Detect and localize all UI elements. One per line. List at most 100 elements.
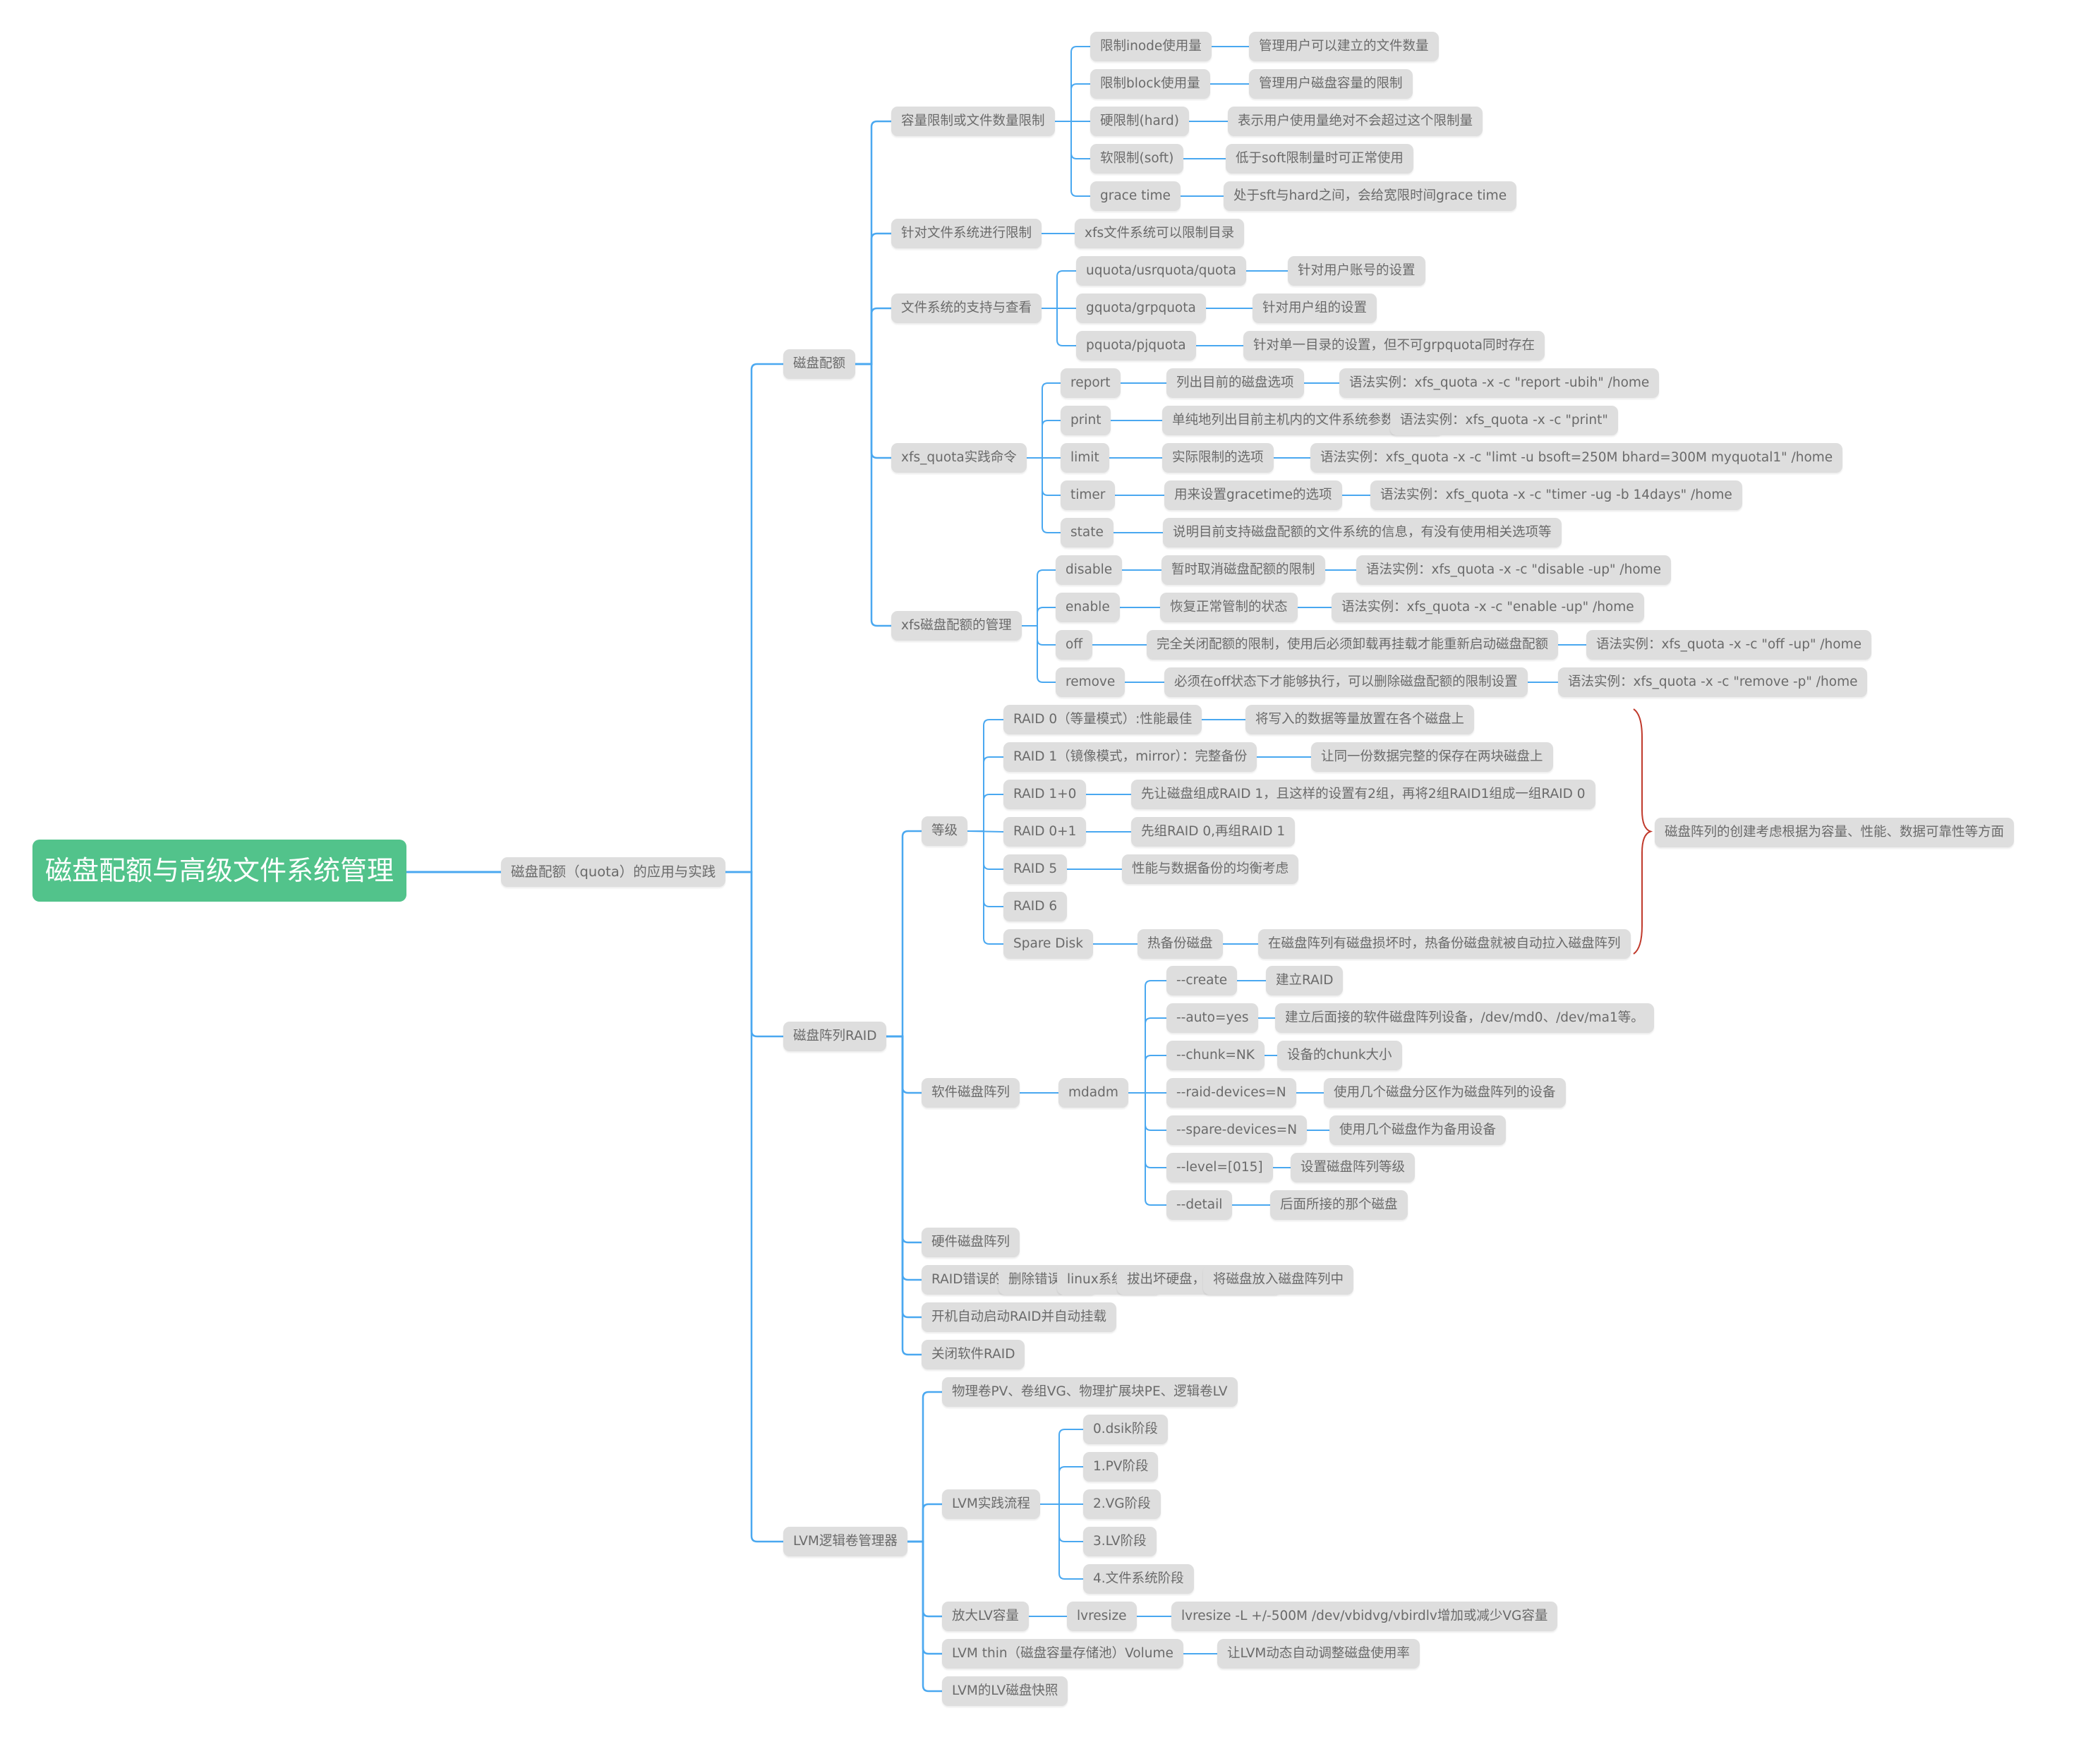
topic-node[interactable]: 将磁盘放入磁盘阵列中 [1203, 1265, 1354, 1295]
topic-node[interactable]: 软件磁盘阵列 [922, 1078, 1020, 1108]
topic-node[interactable]: 设置磁盘阵列等级 [1291, 1153, 1416, 1182]
topic-limit[interactable]: limit [1061, 443, 1109, 473]
topic-node[interactable]: 暂时取消磁盘配额的限制 [1161, 555, 1325, 585]
topic-raid-0[interactable]: RAID 0（等量模式）:性能最佳 [1003, 705, 1202, 734]
topic-enable[interactable]: enable [1056, 593, 1120, 622]
topic-node[interactable]: 让同一份数据完整的保存在两块磁盘上 [1311, 742, 1553, 772]
topic-node[interactable]: 完全关闭配额的限制，使用后必须卸载再挂载才能重新启动磁盘配额 [1147, 630, 1559, 660]
topic-d3[interactable]: 4.文件系统阶段 [1083, 1564, 1194, 1594]
topic-node[interactable]: 管理用户可以建立的文件数量 [1249, 32, 1439, 61]
topic-node[interactable]: 磁盘配额 [783, 349, 856, 379]
topic-node[interactable]: 实际限制的选项 [1162, 443, 1274, 473]
topic-raid-1-mirror[interactable]: RAID 1（镜像模式，mirror）：完整备份 [1003, 742, 1257, 772]
topic-grpquota[interactable]: 针对单一目录的设置，但不可grpquota同时存在 [1243, 331, 1545, 361]
topic-disable[interactable]: disable [1056, 555, 1123, 585]
topic-xfs-quota-x-c-limt-u-bsoft-250m-bhard-300m-myquotal1-home[interactable]: 语法实例：xfs_quota -x -c "limt -u bsoft=250M… [1310, 443, 1843, 473]
topic-node[interactable]: 针对文件系统进行限制 [891, 219, 1042, 248]
topic-spare-disk[interactable]: Spare Disk [1003, 929, 1094, 959]
topic-xfs-quota-x-c-off-up-home[interactable]: 语法实例：xfs_quota -x -c "off -up" /home [1586, 630, 1872, 660]
topic-node[interactable]: 容量限制或文件数量限制 [891, 107, 1055, 136]
topic-node[interactable]: 使用几个磁盘作为备用设备 [1329, 1115, 1507, 1145]
topic-raid-0-raid-1[interactable]: 先组RAID 0,再组RAID 1 [1131, 817, 1296, 847]
topic-timer[interactable]: timer [1061, 480, 1116, 510]
topic-spare-devices-n[interactable]: --spare-devices=N [1166, 1115, 1308, 1145]
topic-mdadm[interactable]: mdadm [1058, 1078, 1128, 1108]
topic-create[interactable]: --create [1166, 966, 1238, 995]
topic-xfs-quota-x-c-timer-ug-b-14days-home[interactable]: 语法实例：xfs_quota -x -c "timer -ug -b 14day… [1370, 480, 1742, 510]
topic-node[interactable]: 使用几个磁盘分区作为磁盘阵列的设备 [1324, 1078, 1566, 1108]
topic-raid[interactable]: 磁盘阵列RAID [783, 1022, 887, 1051]
topic-lvm[interactable]: LVM逻辑卷管理器 [783, 1527, 907, 1556]
topic-print[interactable]: print [1061, 406, 1111, 435]
topic-node[interactable]: 性能与数据备份的均衡考虑 [1122, 854, 1299, 884]
topic-0-dsik[interactable]: 0.dsik阶段 [1083, 1415, 1168, 1444]
topic-hard[interactable]: 硬限制(hard) [1090, 107, 1190, 136]
topic-remove[interactable]: remove [1056, 667, 1126, 697]
topic-raid[interactable]: 关闭软件RAID [922, 1340, 1025, 1369]
topic-grace-time[interactable]: grace time [1090, 181, 1181, 211]
topic-sft-hard-grace-time[interactable]: 处于sft与hard之间，会给宽限时间grace time [1224, 181, 1517, 211]
topic-level-015[interactable]: --level=[015] [1166, 1153, 1273, 1182]
topic-pquota-pjquota[interactable]: pquota/pjquota [1076, 331, 1196, 361]
topic-xfs-quota-x-c-enable-up-home[interactable]: 语法实例：xfs_quota -x -c "enable -up" /home [1332, 593, 1644, 622]
topic-2-vg[interactable]: 2.VG阶段 [1083, 1489, 1161, 1519]
topic-3-lv[interactable]: 3.LV阶段 [1083, 1527, 1157, 1556]
topic-lvresize[interactable]: lvresize [1067, 1602, 1137, 1631]
topic-xfs-quota-x-c-print[interactable]: 语法实例：xfs_quota -x -c "print" [1390, 406, 1618, 435]
topic-off[interactable]: 必须在off状态下才能够执行，可以删除磁盘配额的限制设置 [1164, 667, 1528, 697]
topic-auto-yes[interactable]: --auto=yes [1166, 1003, 1259, 1033]
topic-node[interactable]: 针对用户组的设置 [1253, 293, 1377, 323]
topic-node[interactable]: 硬件磁盘阵列 [922, 1228, 1020, 1257]
topic-node[interactable]: 表示用户使用量绝对不会超过这个限制量 [1228, 107, 1483, 136]
topic-node[interactable]: 恢复正常管制的状态 [1160, 593, 1298, 622]
topic-raid-devices-n[interactable]: --raid-devices=N [1166, 1078, 1296, 1108]
topic-state[interactable]: state [1061, 518, 1114, 547]
topic-node[interactable]: 说明目前支持磁盘配额的文件系统的信息，有没有使用相关选项等 [1163, 518, 1562, 547]
topic-dev-md0-dev-ma1[interactable]: 建立后面接的软件磁盘阵列设备，/dev/md0、/dev/ma1等。 [1275, 1003, 1654, 1033]
topic-node[interactable]: 针对用户账号的设置 [1288, 256, 1425, 286]
topic-node[interactable]: 等级 [922, 816, 968, 846]
summary-topic[interactable]: 磁盘阵列的创建考虑根据为容量、性能、数据可靠性等方面 [1655, 818, 2015, 847]
topic-node[interactable]: 将写入的数据等量放置在各个磁盘上 [1245, 705, 1475, 734]
topic-node[interactable]: 管理用户磁盘容量的限制 [1249, 69, 1413, 99]
topic-lvm[interactable]: LVM实践流程 [942, 1489, 1040, 1519]
topic-d2[interactable]: 放大LV容量 [942, 1602, 1029, 1631]
topic-xfs-quota[interactable]: xfs_quota实践命令 [891, 443, 1027, 473]
topic-chunk[interactable]: 设备的chunk大小 [1277, 1041, 1402, 1070]
topic-raid-0-1[interactable]: RAID 0+1 [1003, 817, 1087, 847]
topic-lvm-lv[interactable]: LVM的LV磁盘快照 [942, 1676, 1068, 1706]
topic-node[interactable]: 在磁盘阵列有磁盘损坏时，热备份磁盘就被自动拉入磁盘阵列 [1258, 929, 1631, 959]
topic-raid[interactable]: 开机自动启动RAID并自动挂载 [922, 1302, 1116, 1332]
topic-gquota-grpquota[interactable]: gquota/grpquota [1076, 293, 1206, 323]
topic-1-pv[interactable]: 1.PV阶段 [1083, 1452, 1159, 1482]
topic-lvm-thin-volume[interactable]: LVM thin（磁盘容量存储池）Volume [942, 1639, 1183, 1669]
topic-xfs-quota-x-c-disable-up-home[interactable]: 语法实例：xfs_quota -x -c "disable -up" /home [1356, 555, 1672, 585]
topic-lvresize-l-500m-dev-vbidvg-vbirdlv-vg[interactable]: lvresize -L +/-500M /dev/vbidvg/vbirdlv增… [1171, 1602, 1558, 1631]
topic-raid-1-2-2-raid1-raid-0[interactable]: 先让磁盘组成RAID 1，且这样的设置有2组，再将2组RAID1组成一组RAID… [1131, 780, 1595, 809]
topic-xfs[interactable]: xfs磁盘配额的管理 [891, 611, 1022, 641]
topic-node[interactable]: 文件系统的支持与查看 [891, 293, 1042, 323]
topic-block[interactable]: 限制block使用量 [1090, 69, 1210, 99]
topic-raid[interactable]: 建立RAID [1266, 966, 1344, 995]
topic-detail[interactable]: --detail [1166, 1190, 1233, 1220]
topic-off[interactable]: off [1056, 630, 1093, 660]
topic-inode[interactable]: 限制inode使用量 [1090, 32, 1212, 61]
topic-uquota-usrquota-quota[interactable]: uquota/usrquota/quota [1076, 256, 1246, 286]
topic-node[interactable]: 列出目前的磁盘选项 [1166, 368, 1304, 398]
topic-raid-1-0[interactable]: RAID 1+0 [1003, 780, 1087, 809]
root-topic[interactable]: 磁盘配额与高级文件系统管理 [32, 840, 407, 902]
topic-lvm[interactable]: 让LVM动态自动调整磁盘使用率 [1217, 1639, 1420, 1669]
topic-raid-6[interactable]: RAID 6 [1003, 892, 1068, 921]
topic-pv-vg-pe-lv[interactable]: 物理卷PV、卷组VG、物理扩展块PE、逻辑卷LV [942, 1377, 1238, 1407]
topic-node[interactable]: 后面所接的那个磁盘 [1270, 1190, 1408, 1220]
topic-node[interactable]: 热备份磁盘 [1138, 929, 1223, 959]
topic-soft[interactable]: 低于soft限制量时可正常使用 [1226, 144, 1413, 174]
topic-report[interactable]: report [1061, 368, 1121, 398]
topic-soft[interactable]: 软限制(soft) [1090, 144, 1184, 174]
topic-gracetime[interactable]: 用来设置gracetime的选项 [1164, 480, 1342, 510]
topic-raid-5[interactable]: RAID 5 [1003, 854, 1068, 884]
topic-chunk-nk[interactable]: --chunk=NK [1166, 1041, 1265, 1070]
topic-xfs[interactable]: xfs文件系统可以限制目录 [1075, 219, 1245, 248]
topic-quota[interactable]: 磁盘配额（quota）的应用与实践 [501, 857, 726, 887]
topic-xfs-quota-x-c-report-ubih-home[interactable]: 语法实例：xfs_quota -x -c "report -ubih" /hom… [1339, 368, 1660, 398]
